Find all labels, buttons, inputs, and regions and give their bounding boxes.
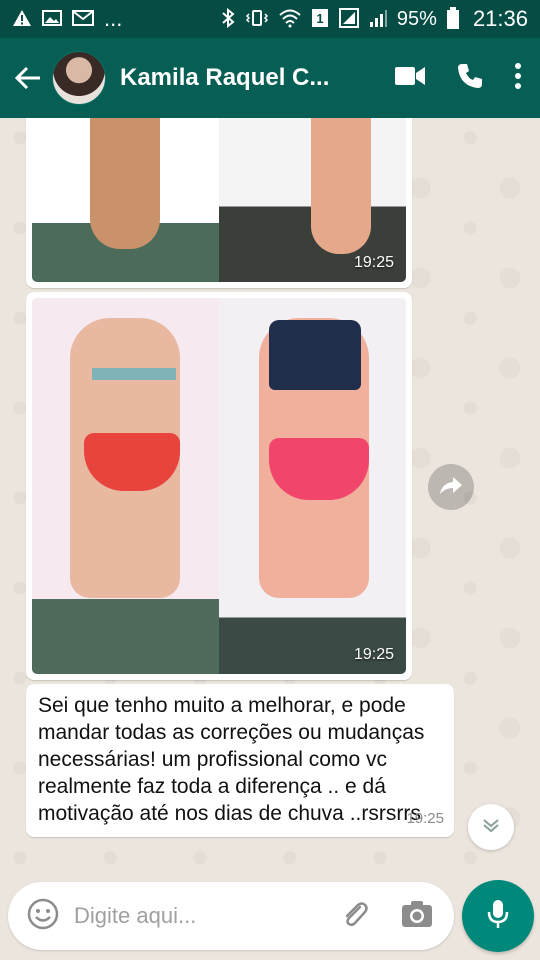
voice-message-button[interactable] [462,880,534,952]
image-icon [42,9,62,30]
back-arrow-icon[interactable] [6,56,50,100]
image-message[interactable]: 19:25 [26,118,412,288]
microphone-icon [486,898,510,935]
message-composer [8,882,454,950]
contact-avatar[interactable] [52,51,106,105]
message-photo[interactable]: 19:25 [32,298,406,674]
message-time: 19:25 [353,254,394,271]
chat-header: Kamila Raquel C... [0,38,540,118]
gmail-icon [72,9,94,30]
video-call-icon[interactable] [394,65,426,92]
more-notifications-indicator: ... [104,6,123,31]
battery-percent: 95% [396,7,437,30]
attach-button[interactable] [332,893,378,939]
battery-icon [446,6,459,32]
message-photo[interactable]: 19:25 [32,118,406,282]
signal-icon-1 [338,7,359,31]
clock: 21:36 [472,6,528,31]
text-message[interactable]: Sei que tenho muito a melhorar, e pode m… [26,684,454,837]
emoji-icon [27,898,59,935]
message-time: 19:25 [353,646,394,663]
message-input[interactable] [72,902,326,930]
chat-area[interactable]: 19:25 19:25 Sei que tenho muito a melhor… [0,118,540,878]
voice-call-icon[interactable] [456,62,484,95]
scroll-to-bottom-button[interactable] [468,804,514,850]
forward-icon [439,475,463,500]
message-time: 19:25 [406,810,444,827]
image-message[interactable]: 19:25 [26,292,412,680]
contact-name[interactable]: Kamila Raquel C... [120,64,350,92]
vibrate-icon [245,8,269,31]
more-options-icon[interactable] [514,62,522,95]
message-text: Sei que tenho muito a melhorar, e pode m… [38,694,425,825]
paperclip-icon [340,899,370,934]
chevron-down-icon [481,815,501,840]
sim-1-icon: 1 [311,8,329,31]
warning-icon [12,9,32,30]
bluetooth-icon [221,7,235,31]
signal-icon-2 [369,8,387,31]
camera-icon [401,899,433,934]
svg-text:1: 1 [316,11,323,26]
wifi-icon [279,8,301,31]
forward-button[interactable] [428,464,474,510]
emoji-button[interactable] [18,891,68,941]
status-bar: ... 1 95% 21:36 [0,0,540,38]
camera-button[interactable] [394,893,440,939]
